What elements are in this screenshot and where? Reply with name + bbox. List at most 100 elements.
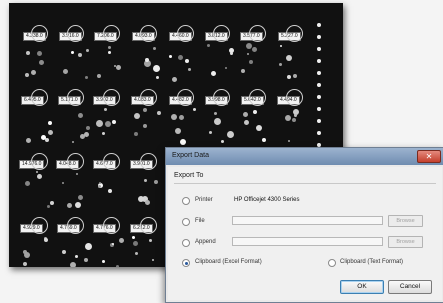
array-spot <box>48 130 53 135</box>
array-spot <box>294 114 297 117</box>
append-browse-button[interactable]: Browse <box>388 236 423 248</box>
spot-ring <box>177 25 194 42</box>
file-path-field[interactable] <box>232 216 383 225</box>
array-spot <box>84 258 88 262</box>
array-spot <box>185 59 189 63</box>
array-spot <box>280 45 282 47</box>
array-spot <box>171 114 177 120</box>
array-spot <box>252 47 257 52</box>
clipboard-text-radio[interactable] <box>328 259 336 267</box>
spot-ring <box>103 217 120 234</box>
array-spot <box>98 185 101 188</box>
array-spot <box>75 202 81 208</box>
array-spot <box>76 173 78 175</box>
array-spot <box>31 70 36 75</box>
spot-ring <box>177 89 194 106</box>
array-spot <box>25 181 30 186</box>
spot-ring <box>140 217 157 234</box>
array-spot <box>39 60 44 65</box>
array-spot <box>172 77 177 82</box>
array-spot <box>96 120 103 127</box>
section-divider <box>174 183 436 184</box>
array-spot <box>108 46 111 49</box>
control-spot <box>317 47 321 51</box>
file-radio[interactable] <box>182 218 190 226</box>
array-spot <box>288 140 290 142</box>
array-spot <box>44 238 48 242</box>
array-spot <box>169 55 172 58</box>
spot-ring <box>286 25 303 42</box>
dialog-titlebar: Export Data ✕ <box>166 148 443 165</box>
array-spot <box>214 112 217 115</box>
control-spot <box>317 131 321 135</box>
array-spot <box>108 51 111 54</box>
export-data-dialog: Export Data ✕ Export To Printer HP Offic… <box>165 147 443 303</box>
array-spot <box>253 110 257 114</box>
spot-ring <box>140 25 157 42</box>
dialog-body: Export To Printer HP Officejet 4300 Seri… <box>168 167 442 300</box>
array-spot <box>149 239 152 242</box>
append-label: Append <box>195 239 216 245</box>
spot-ring <box>67 25 84 42</box>
control-spot <box>317 83 321 87</box>
array-spot <box>26 51 30 55</box>
array-spot <box>78 113 83 118</box>
array-spot <box>26 138 31 143</box>
array-spot <box>67 203 72 208</box>
array-spot <box>134 132 138 136</box>
array-spot <box>180 139 186 145</box>
array-spot <box>25 73 29 77</box>
spot-ring <box>31 25 48 42</box>
array-spot <box>70 262 76 267</box>
array-spot <box>221 140 224 143</box>
array-spot <box>188 68 191 71</box>
array-spot <box>256 125 262 131</box>
file-browse-button[interactable]: Browse <box>388 215 423 227</box>
spot-ring <box>31 153 48 170</box>
control-spot <box>317 35 321 39</box>
spot-ring <box>31 217 48 234</box>
file-label: File <box>195 218 205 224</box>
spot-ring <box>103 25 120 42</box>
array-spot <box>85 243 92 250</box>
spot-ring <box>140 153 157 170</box>
array-spot <box>153 65 160 72</box>
array-spot <box>178 55 183 60</box>
array-spot <box>112 243 114 245</box>
spot-ring <box>67 153 84 170</box>
array-spot <box>262 138 266 142</box>
array-spot <box>241 69 245 73</box>
dialog-title: Export Data <box>172 152 209 159</box>
printer-radio[interactable] <box>182 197 190 205</box>
append-radio[interactable] <box>182 239 190 247</box>
cancel-button[interactable]: Cancel <box>388 280 432 294</box>
control-spot <box>317 119 321 123</box>
array-spot <box>37 174 42 179</box>
spot-ring <box>103 153 120 170</box>
array-spot <box>175 128 181 134</box>
array-spot <box>62 182 64 184</box>
append-path-field[interactable] <box>232 237 383 246</box>
array-spot <box>105 121 111 127</box>
ok-button[interactable]: OK <box>340 280 384 294</box>
clipboard-excel-radio[interactable] <box>182 259 190 267</box>
array-spot <box>293 74 297 78</box>
spot-ring <box>213 89 230 106</box>
array-spot <box>286 55 292 61</box>
clipboard-excel-label: Clipboard (Excel Format) <box>195 259 262 265</box>
spot-ring <box>67 217 84 234</box>
array-spot <box>84 132 89 137</box>
array-spot <box>36 171 38 173</box>
array-spot <box>229 48 234 53</box>
export-to-label: Export To <box>174 172 204 179</box>
control-spot <box>317 71 321 75</box>
array-spot <box>102 260 105 263</box>
array-spot <box>37 51 42 56</box>
array-spot <box>134 113 140 119</box>
array-spot <box>108 189 112 193</box>
array-spot <box>156 76 159 79</box>
array-spot <box>41 135 46 140</box>
array-spot <box>179 115 184 120</box>
array-spot <box>285 115 291 121</box>
close-button[interactable]: ✕ <box>417 150 441 163</box>
